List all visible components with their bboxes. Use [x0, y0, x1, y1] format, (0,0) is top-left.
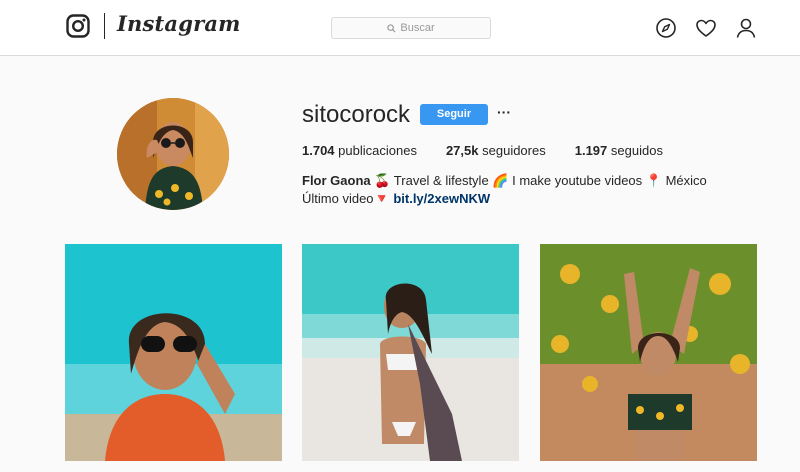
compass-icon[interactable]	[655, 17, 677, 39]
bio-link[interactable]: bit.ly/2xewNKW	[393, 191, 490, 206]
search-placeholder: Buscar	[400, 22, 435, 34]
instagram-camera-icon[interactable]	[66, 14, 90, 38]
post-photo-beach-sunglasses	[65, 244, 282, 461]
heart-icon[interactable]	[695, 17, 717, 39]
top-navigation-bar: Instagram Buscar	[0, 0, 800, 56]
profile-stats: 1.704 publicaciones 27,5k seguidores 1.1…	[302, 143, 692, 158]
posts-count: 1.704	[302, 143, 335, 158]
instagram-wordmark[interactable]: Instagram	[117, 11, 241, 36]
profile-avatar[interactable]	[117, 98, 229, 210]
follow-button[interactable]: Seguir	[420, 104, 488, 125]
following-count: 1.197	[574, 143, 608, 158]
following-label: seguidos	[610, 143, 663, 158]
bio-full-name: Flor Gaona	[302, 173, 371, 188]
search-icon	[387, 23, 396, 33]
avatar-photo	[117, 98, 229, 210]
profile-username: sitocorock	[302, 101, 411, 128]
post-thumbnail-3[interactable]	[540, 244, 757, 461]
post-photo-flowers	[540, 244, 757, 461]
person-icon[interactable]	[735, 17, 757, 39]
following-stat[interactable]: 1.197 seguidos	[575, 143, 663, 158]
post-thumbnail-2[interactable]	[302, 244, 519, 461]
followers-count: 27,5k	[445, 143, 479, 158]
followers-stat[interactable]: 27,5k seguidores	[446, 143, 546, 158]
post-thumbnail-1[interactable]	[65, 244, 282, 461]
more-options-button[interactable]: ···	[496, 103, 512, 123]
logo-divider	[104, 13, 105, 39]
posts-label: publicaciones	[338, 143, 417, 158]
profile-bio: Flor Gaona 🍒 Travel & lifestyle 🌈 I make…	[302, 172, 732, 208]
followers-label: seguidores	[482, 143, 546, 158]
post-photo-sea-bikini	[302, 244, 519, 461]
search-input[interactable]: Buscar	[331, 17, 491, 39]
posts-count-stat: 1.704 publicaciones	[302, 143, 417, 158]
